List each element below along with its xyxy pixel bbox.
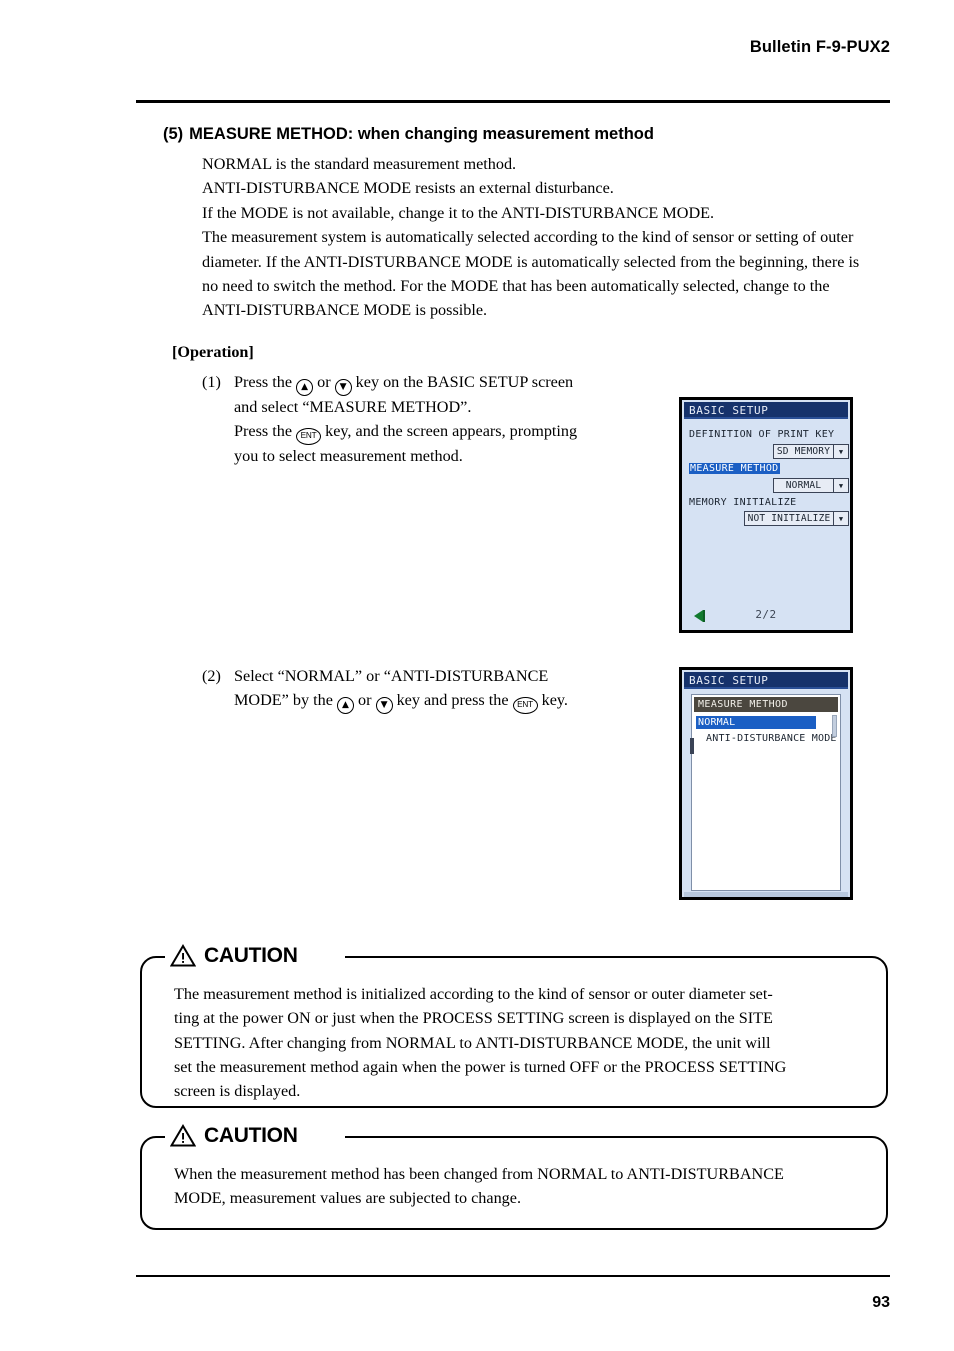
step-1-text-e: key, and the screen appears, prompting: [325, 421, 578, 440]
step-2-text-a: MODE” by the: [234, 690, 333, 709]
lcd-1-footer: 2/2: [684, 608, 848, 624]
caution-2-header: CAUTION: [170, 1124, 306, 1147]
section-title: MEASURE METHOD: when changing measuremen…: [189, 125, 654, 143]
lcd-2-titlebar: BASIC SETUP: [684, 672, 848, 689]
lcd-1-row-label-measure-method[interactable]: MEASURE METHOD: [689, 463, 780, 474]
lcd-screenshot-basic-setup: BASIC SETUP DEFINITION OF PRINT KEY SD M…: [679, 397, 853, 633]
caution-2-line-1: When the measurement method has been cha…: [174, 1165, 784, 1183]
chevron-down-icon[interactable]: ▼: [833, 445, 848, 458]
chevron-down-icon[interactable]: ▼: [833, 479, 848, 492]
list-cursor-marker-icon: [690, 738, 694, 754]
ent-key-icon: ENT: [512, 696, 538, 714]
step-2-line-1: Select “NORMAL” or “ANTI-DISTURBANCE: [234, 667, 549, 685]
step-1-line-2: and select “MEASURE METHOD”.: [234, 398, 472, 416]
down-arrow-key-icon: ▼: [334, 379, 352, 396]
chevron-down-icon[interactable]: ▼: [833, 512, 848, 525]
operation-step-2: (2) Select “NORMAL” or “ANTI-DISTURBANCE…: [202, 665, 632, 714]
warning-triangle-icon: [170, 944, 196, 967]
page-number: 93: [872, 1294, 890, 1311]
caution-2-line-2: MODE, measurement values are subjected t…: [174, 1189, 522, 1208]
footer-divider: [136, 1275, 890, 1277]
operation-label: [Operation]: [172, 343, 254, 361]
lcd-1-row-label-print-key: DEFINITION OF PRINT KEY: [689, 429, 835, 440]
step-1-text-b: or: [317, 373, 331, 391]
intro-line-2: ANTI-DISTURBANCE MODE resists an externa…: [202, 179, 614, 198]
lcd-1-select-print-key-value: SD MEMORY: [776, 446, 831, 457]
down-arrow-key-icon: ▼: [375, 696, 393, 714]
step-1-line-1: Press the ▲ or ▼ key on the BASIC SETUP …: [234, 371, 632, 396]
lcd-2-inner: BASIC SETUP MEASURE METHOD NORMAL ANTI-D…: [682, 670, 850, 897]
lcd-2-dialog-title: MEASURE METHOD: [694, 697, 838, 712]
lcd-1-select-measure-method-value: NORMAL: [785, 480, 822, 491]
step-2-text-b: or: [358, 690, 372, 709]
step-1-text-d: Press the: [234, 421, 292, 440]
operation-step-1: (1) Press the ▲ or ▼ key on the BASIC SE…: [202, 371, 632, 468]
caution-1-line-4: set the measurement method again when th…: [174, 1057, 787, 1076]
intro-line-3: If the MODE is not available, change it …: [202, 203, 715, 222]
step-1-marker: (1): [202, 373, 221, 391]
intro-paragraph: The measurement system is automatically …: [202, 228, 860, 320]
step-2-text-d: key.: [541, 690, 568, 709]
caution-1-header: CAUTION: [170, 944, 306, 967]
lcd-2-option-normal[interactable]: NORMAL: [696, 716, 816, 729]
step-1-text-c: key on the BASIC SETUP screen: [355, 373, 574, 391]
caution-1-text: The measurement method is initialized ac…: [174, 982, 854, 1103]
lcd-1-select-memory-init-value: NOT INITIALIZE: [747, 513, 831, 524]
caution-1-line-1: The measurement method is initialized ac…: [174, 985, 773, 1003]
step-1-line-4: you to select measurement method.: [234, 446, 463, 465]
step-1-text-a: Press the: [234, 373, 292, 391]
caution-1-word: CAUTION: [204, 944, 298, 967]
step-2-text-c: key and press the: [396, 690, 509, 709]
step-2-line-2: MODE” by the ▲ or ▼ key and press the EN…: [234, 689, 632, 714]
lcd-1-select-memory-init[interactable]: NOT INITIALIZE ▼: [744, 511, 849, 526]
lcd-1-titlebar: BASIC SETUP: [684, 402, 848, 419]
lcd-2-bottom-edge: [684, 892, 848, 897]
lcd-1-select-measure-method[interactable]: NORMAL ▼: [773, 478, 849, 493]
lcd-2-option-anti-disturbance[interactable]: ANTI-DISTURBANCE MODE: [704, 732, 839, 745]
up-arrow-key-icon: ▲: [336, 696, 354, 714]
step-1-line-3: Press the ENT key, and the screen appear…: [234, 420, 632, 445]
warning-triangle-icon: [170, 1124, 196, 1147]
section-intro: NORMAL is the standard measurement metho…: [202, 152, 868, 323]
lcd-1-inner: BASIC SETUP DEFINITION OF PRINT KEY SD M…: [682, 400, 850, 630]
lcd-1-body: DEFINITION OF PRINT KEY SD MEMORY ▼ MEAS…: [684, 421, 849, 628]
lcd-1-select-print-key[interactable]: SD MEMORY ▼: [773, 444, 849, 459]
intro-line-1: NORMAL is the standard measurement metho…: [202, 155, 517, 173]
up-arrow-key-icon: ▲: [296, 379, 314, 396]
caution-2-text: When the measurement method has been cha…: [174, 1162, 854, 1211]
caution-1-line-2: ting at the power ON or just when the PR…: [174, 1009, 773, 1028]
caution-1-line-3: SETTING. After changing from NORMAL to A…: [174, 1033, 771, 1052]
lcd-1-row-label-memory-init: MEMORY INITIALIZE: [689, 497, 797, 508]
caution-2-word: CAUTION: [204, 1124, 298, 1147]
lcd-2-dialog: MEASURE METHOD NORMAL ANTI-DISTURBANCE M…: [690, 694, 841, 891]
lcd-1-page-indicator: 2/2: [755, 608, 777, 621]
page-title: (5) MEASURE METHOD: when changing measure…: [163, 125, 654, 144]
vertical-scrollbar[interactable]: [832, 715, 837, 737]
section-number: (5): [163, 125, 184, 143]
step-2-marker: (2): [202, 667, 221, 685]
header-divider: [136, 100, 890, 103]
caution-block-1: CAUTION The measurement method is initia…: [140, 938, 888, 1108]
ent-key-icon: ENT: [296, 427, 322, 445]
caution-1-line-5: screen is displayed.: [174, 1082, 301, 1101]
bulletin-header: Bulletin F-9-PUX2: [749, 38, 890, 56]
caution-block-2: CAUTION When the measurement method has …: [140, 1118, 888, 1230]
lcd-screenshot-measure-method-list: BASIC SETUP MEASURE METHOD NORMAL ANTI-D…: [679, 667, 853, 900]
